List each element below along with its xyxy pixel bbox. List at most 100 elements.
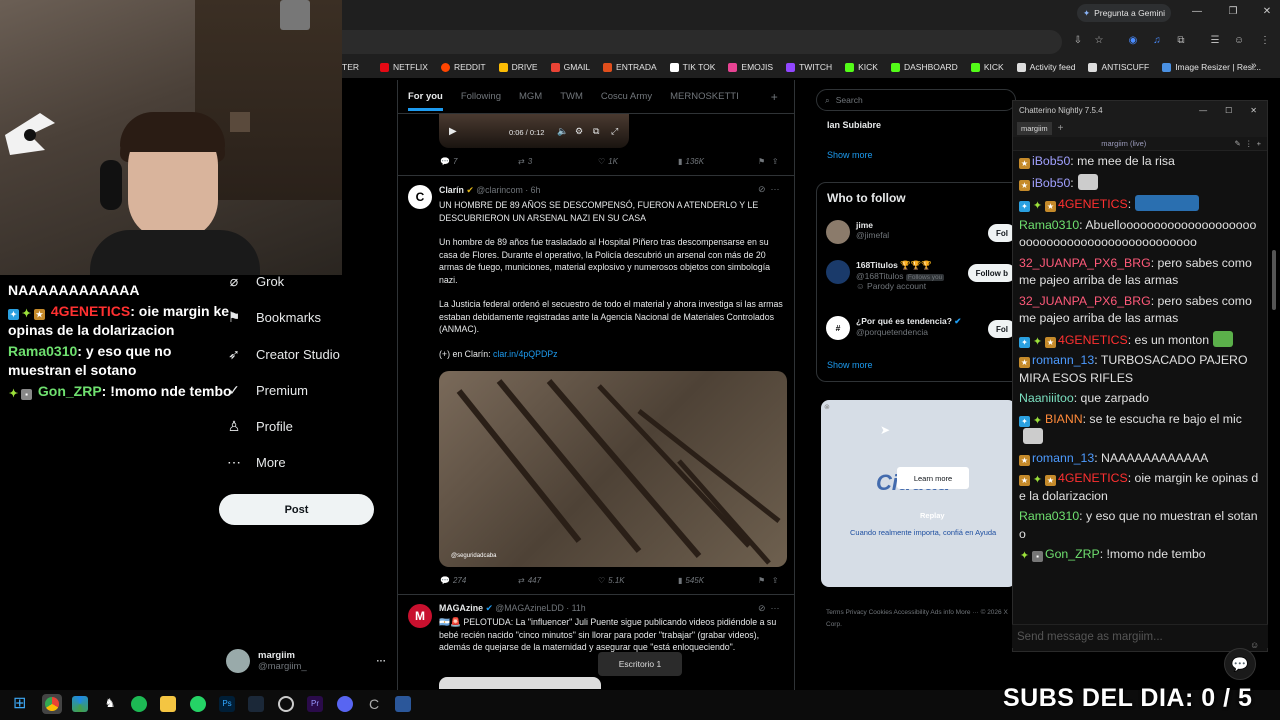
chrome-taskbar-icon[interactable] — [42, 694, 62, 714]
reply-button[interactable]: 💬 274 — [440, 576, 518, 585]
grok-icon[interactable]: ⊘ ··· — [758, 184, 780, 195]
views-button[interactable]: ▮ 136K — [678, 157, 758, 166]
footer-links[interactable]: Terms Privacy Cookies Accessibility Ads … — [826, 607, 1016, 631]
post-button[interactable]: Post — [219, 494, 374, 525]
bookmark-item[interactable]: GMAIL — [550, 62, 590, 72]
chat-username[interactable]: 32_JUANPA_PX6_BRG — [1019, 294, 1151, 308]
add-tab-button[interactable]: + — [771, 90, 778, 104]
bookmark-item[interactable]: KICK — [970, 62, 1004, 72]
chat-username[interactable]: Rama0310 — [1019, 218, 1079, 232]
gemini-button[interactable]: ✦ Pregunta a Gemini — [1077, 4, 1171, 22]
pip-icon[interactable]: ⧉ — [593, 126, 599, 137]
tweet-link[interactable]: clar.in/4pQPDPz — [493, 349, 558, 359]
chat-message[interactable]: Rama0310: Abuelloooooooooooooooooooooooo… — [1019, 217, 1261, 252]
follow-suggestion[interactable]: 168Titulos 🏆🏆🏆 @168Titulos Follows you ☺… — [826, 260, 1016, 304]
chat-username[interactable]: 32_JUANPA_PX6_BRG — [1019, 256, 1151, 270]
ad-close-icon[interactable]: ⊗ — [824, 403, 830, 411]
bookmark-item[interactable]: DASHBOARD — [890, 62, 958, 72]
star-icon[interactable]: ☆ — [1092, 34, 1106, 48]
nav-creator-studio[interactable]: ➶ Creator Studio — [226, 341, 340, 367]
messages-icon[interactable]: 💬 — [1224, 648, 1256, 680]
chat-message[interactable]: 32_JUANPA_PX6_BRG: pero sabes como me pa… — [1019, 255, 1261, 290]
bookmark-button[interactable]: ⚑ ⇪ — [758, 157, 779, 166]
maximize-icon[interactable]: ☐ — [1225, 106, 1232, 115]
bookmark-item[interactable]: NETFLIX — [380, 62, 428, 72]
emoji-icon[interactable]: ☺ — [1250, 640, 1259, 650]
follow-button[interactable]: Follow b — [967, 264, 1016, 282]
tab-following[interactable]: Following — [461, 91, 501, 102]
obs-icon[interactable] — [278, 696, 294, 712]
author-handle[interactable]: @clarincom · 6h — [476, 185, 540, 195]
author-name[interactable]: Clarín — [439, 185, 464, 195]
premiere-icon[interactable]: Pr — [307, 696, 323, 712]
media-icon[interactable]: ☰ — [1208, 34, 1222, 48]
chat-message[interactable]: Rama0310: y eso que no muestran el sotan… — [1019, 508, 1261, 543]
folder-icon[interactable] — [160, 696, 176, 712]
maximize-button[interactable]: ❐ — [1226, 6, 1240, 17]
chat-message[interactable]: ✦ ✦ ★ 4GENETICS: — [1019, 195, 1261, 214]
tab-twm[interactable]: TWM — [560, 91, 583, 102]
tweet-media-preview[interactable] — [439, 677, 601, 689]
install-icon[interactable]: ⇩ — [1071, 34, 1085, 48]
author-handle[interactable]: @MAGAzineLDD · 11h — [495, 603, 585, 613]
chat-message[interactable]: ★ iBob50: — [1019, 173, 1261, 193]
chat-username[interactable]: 4GENETICS — [1058, 471, 1128, 485]
photoshop-icon[interactable]: Ps — [219, 696, 235, 712]
extension-icon[interactable]: ◉ — [1126, 34, 1140, 48]
nav-premium[interactable]: ✓ Premium — [226, 377, 308, 403]
nav-more[interactable]: ⋯ More — [226, 449, 286, 475]
bookmark-item[interactable]: ANTISCUFF — [1088, 62, 1149, 72]
discord-icon[interactable] — [337, 696, 353, 712]
show-more-link[interactable]: Show more — [827, 150, 873, 160]
search-input[interactable]: ⌕ Search — [816, 89, 1016, 111]
bookmark-item[interactable]: Image Resizer | Resi... — [1162, 62, 1261, 72]
tab-mgm[interactable]: MGM — [519, 91, 542, 102]
close-icon[interactable]: ✕ — [1250, 106, 1257, 115]
audio-icon[interactable]: ♫ — [1150, 34, 1164, 48]
profile-icon[interactable]: ☺ — [1232, 34, 1246, 48]
bookmark-item[interactable]: REDDIT — [440, 62, 486, 72]
video-player[interactable]: ▶ 0:06 / 0:12 🔈 ⚙ ⧉ ⤢ — [439, 114, 629, 148]
close-button[interactable]: ✕ — [1260, 6, 1274, 17]
bookmark-item[interactable]: KICK — [845, 62, 878, 72]
chat-username[interactable]: romann_13 — [1032, 353, 1094, 367]
chat-message[interactable]: 32_JUANPA_PX6_BRG: pero sabes como me pa… — [1019, 293, 1261, 328]
chat-username[interactable]: Gon_ZRP — [1045, 547, 1100, 561]
nav-grok[interactable]: ⌀ Grok — [226, 268, 284, 294]
ad-video[interactable]: Ciudad Replay Cuando realmente importa, … — [821, 400, 1016, 587]
replay-button[interactable]: Replay — [920, 511, 945, 520]
magazine-avatar[interactable]: M — [408, 604, 432, 628]
spotify-icon[interactable] — [131, 696, 147, 712]
reply-button[interactable]: 💬 7 — [440, 157, 518, 166]
chat-username[interactable]: iBob50 — [1032, 154, 1070, 168]
chat-username[interactable]: romann_13 — [1032, 451, 1094, 465]
bookmark-item[interactable]: Activity feed — [1016, 62, 1075, 72]
puzzle-icon[interactable]: ⧉ — [1174, 34, 1188, 48]
tab-margiim[interactable]: margiim — [1017, 122, 1052, 135]
windows-start-icon[interactable]: ⊞ — [13, 696, 29, 712]
bookmark-button[interactable]: ⚑ ⇪ — [758, 576, 779, 585]
follow-suggestion[interactable]: # ¿Por qué es tendencia? ✔ @porquetendenc… — [826, 316, 1016, 344]
address-bar[interactable] — [342, 30, 1062, 54]
grok-icon[interactable]: ⊘ ··· — [758, 603, 780, 614]
learn-more-button[interactable]: Learn more — [897, 467, 969, 489]
bookmark-item[interactable]: ENTRADA — [603, 62, 657, 72]
minimize-button[interactable]: — — [1190, 6, 1204, 17]
chat-message[interactable]: ✦ ✦ BIANN: se te escucha re bajo el mic — [1019, 411, 1261, 447]
chat-username[interactable]: BIANN — [1045, 412, 1083, 426]
whatsapp-icon[interactable] — [190, 696, 206, 712]
repost-button[interactable]: ⇄ 447 — [518, 576, 598, 585]
volume-icon[interactable]: 🔈 — [557, 126, 568, 137]
views-button[interactable]: ▮ 545K — [678, 576, 758, 585]
chat-message[interactable]: ✦ ✦ ★ 4GENETICS: es un monton — [1019, 330, 1261, 350]
chat-username[interactable]: 4GENETICS — [1058, 197, 1128, 211]
menu-icon[interactable]: ⋮ — [1258, 34, 1272, 48]
chat-message[interactable]: ★ ✦ ★ 4GENETICS: oie margin ke opinas de la… — [1019, 470, 1261, 505]
like-button[interactable]: ♡ 1K — [598, 157, 678, 166]
show-more-link[interactable]: Show more — [827, 360, 873, 370]
chatterino-taskbar-icon[interactable]: C — [366, 696, 382, 712]
repost-button[interactable]: ⇄ 3 — [518, 157, 598, 166]
app-icon[interactable]: ♞ — [102, 696, 118, 712]
bookmark-item[interactable]: TWITCH — [786, 62, 832, 72]
chat-username[interactable]: iBob50 — [1032, 176, 1070, 190]
